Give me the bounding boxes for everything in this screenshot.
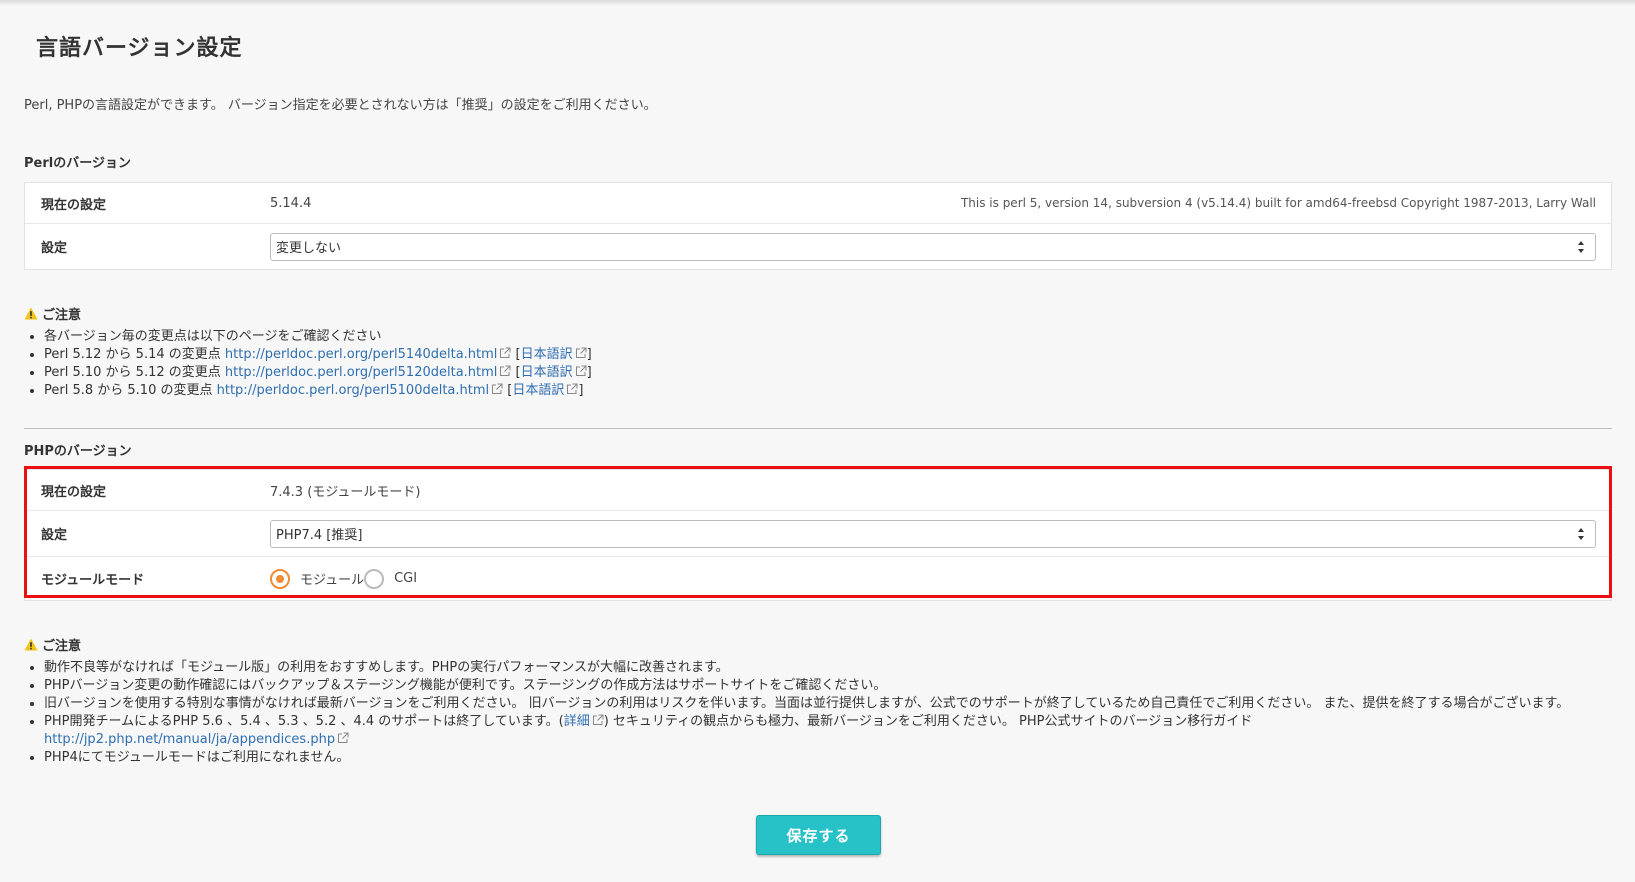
php-setting-label: 設定 <box>41 528 68 543</box>
php-notes-heading-text: ご注意 <box>42 639 82 654</box>
perl5140delta-ja-link[interactable]: 日本語訳 <box>521 347 573 362</box>
list-item: Perl 5.10 から 5.12 の変更点 http://perldoc.pe… <box>44 364 592 382</box>
php-mode-label: モジュールモード <box>41 573 145 588</box>
perl-current-label: 現在の設定 <box>41 197 107 213</box>
perl-notes-heading: ご注意 <box>24 304 81 323</box>
perl-current-value: 5.14.4 <box>270 195 312 211</box>
php-mode-radio-group: モジュール CGI <box>270 568 417 589</box>
external-link-icon <box>575 365 587 376</box>
perl5140delta-link[interactable]: http://perldoc.perl.org/perl5140delta.ht… <box>225 347 498 362</box>
note-text: ) セキュリティの観点からも極力、最新バージョンをご利用ください。 PHP公式サ… <box>603 714 1253 729</box>
cgi-radio-label[interactable]: CGI <box>394 571 417 586</box>
list-item: Perl 5.12 から 5.14 の変更点 http://perldoc.pe… <box>44 346 592 364</box>
select-arrows-icon <box>1578 240 1584 253</box>
external-link-icon <box>500 347 511 358</box>
perl-section-title: Perlのバージョン <box>24 156 131 171</box>
note-text: Perl 5.12 から 5.14 の変更点 <box>44 347 225 362</box>
list-item: PHP4にてモジュールモードはご利用になれません。 <box>44 749 1612 767</box>
php-settings-panel: 現在の設定 7.4.3 (モジュールモード) 設定 PHP7.4 [推奨] モジ… <box>24 469 1612 601</box>
top-shadow <box>0 0 1635 6</box>
perl-settings-panel: 現在の設定 5.14.4 This is perl 5, version 14,… <box>24 182 1612 270</box>
note-text: Perl 5.10 から 5.12 の変更点 <box>44 365 225 380</box>
perl-notes-heading-text: ご注意 <box>42 308 82 323</box>
external-link-icon <box>492 383 503 394</box>
list-item: PHP開発チームによるPHP 5.6 、5.4 、5.3 、5.2 、4.4 の… <box>44 713 1612 749</box>
php-mode-row: モジュールモード モジュール CGI <box>25 557 1611 600</box>
external-link-icon <box>500 365 511 376</box>
external-link-icon <box>592 714 604 725</box>
select-arrows-icon <box>1578 527 1584 540</box>
note-text: 旧バージョンを使用する特別な事情がなければ最新バージョンをご利用ください。 旧バ… <box>44 696 1570 711</box>
php-section-title: PHPのバージョン <box>24 444 132 459</box>
external-link-icon <box>338 732 349 743</box>
perl5100delta-ja-link[interactable]: 日本語訳 <box>512 383 564 398</box>
note-text: PHP開発チームによるPHP 5.6 、5.4 、5.3 、5.2 、4.4 の… <box>44 714 564 729</box>
page-title: 言語バージョン設定 <box>36 36 243 61</box>
php-current-label: 現在の設定 <box>41 484 107 500</box>
perl-notes-list: 各バージョン毎の変更点は以下のページをご確認ください Perl 5.12 から … <box>24 328 592 400</box>
module-radio[interactable] <box>270 568 290 589</box>
perl-version-info: This is perl 5, version 14, subversion 4… <box>960 196 1596 210</box>
note-text: 動作不良等がなければ「モジュール版」の利用をおすすめします。PHPの実行パフォー… <box>44 660 729 675</box>
php-version-select-value: PHP7.4 [推奨] <box>276 528 363 543</box>
list-item: Perl 5.8 から 5.10 の変更点 http://perldoc.per… <box>44 382 592 400</box>
save-button[interactable]: 保存する <box>756 815 881 855</box>
page-intro: Perl, PHPの言語設定ができます。 バージョン指定を必要とされない方は「推… <box>24 98 657 113</box>
perl5100delta-link[interactable]: http://perldoc.perl.org/perl5100delta.ht… <box>217 383 490 398</box>
perl-version-select[interactable]: 変更しない <box>270 232 1596 261</box>
perl-setting-label: 設定 <box>41 241 68 256</box>
list-item: 各バージョン毎の変更点は以下のページをご確認ください <box>44 328 592 346</box>
php-notes-list: 動作不良等がなければ「モジュール版」の利用をおすすめします。PHPの実行パフォー… <box>24 659 1612 767</box>
perl5120delta-link[interactable]: http://perldoc.perl.org/perl5120delta.ht… <box>225 365 498 380</box>
external-link-icon <box>575 347 587 358</box>
php-setting-row: 設定 PHP7.4 [推奨] <box>25 511 1611 557</box>
perl-current-row: 現在の設定 5.14.4 This is perl 5, version 14,… <box>25 183 1611 224</box>
external-link-icon <box>567 383 578 394</box>
php-support-detail-link[interactable]: 詳細 <box>564 714 590 729</box>
warning-icon <box>24 638 38 651</box>
php-version-select[interactable]: PHP7.4 [推奨] <box>270 519 1596 548</box>
perl5120delta-ja-link[interactable]: 日本語訳 <box>521 365 573 380</box>
section-divider <box>24 428 1612 429</box>
module-radio-label[interactable]: モジュール <box>300 569 364 588</box>
php-current-row: 現在の設定 7.4.3 (モジュールモード) <box>25 470 1611 511</box>
php-current-value: 7.4.3 (モジュールモード) <box>270 484 421 500</box>
note-text: PHPバージョン変更の動作確認にはバックアップ＆ステージング機能が便利です。ステ… <box>44 678 887 693</box>
warning-icon <box>24 307 38 320</box>
perl-setting-row: 設定 変更しない <box>25 224 1611 269</box>
php-migration-guide-link[interactable]: http://jp2.php.net/manual/ja/appendices.… <box>44 732 335 747</box>
perl-version-select-value: 変更しない <box>276 241 342 256</box>
list-item: 旧バージョンを使用する特別な事情がなければ最新バージョンをご利用ください。 旧バ… <box>44 695 1612 713</box>
note-text: Perl 5.8 から 5.10 の変更点 <box>44 383 217 398</box>
note-text: 各バージョン毎の変更点は以下のページをご確認ください <box>44 329 382 344</box>
list-item: PHPバージョン変更の動作確認にはバックアップ＆ステージング機能が便利です。ステ… <box>44 677 1612 695</box>
php-notes-heading: ご注意 <box>24 635 81 654</box>
note-text: PHP4にてモジュールモードはご利用になれません。 <box>44 750 350 765</box>
cgi-radio[interactable] <box>364 568 385 589</box>
list-item: 動作不良等がなければ「モジュール版」の利用をおすすめします。PHPの実行パフォー… <box>44 659 1612 677</box>
